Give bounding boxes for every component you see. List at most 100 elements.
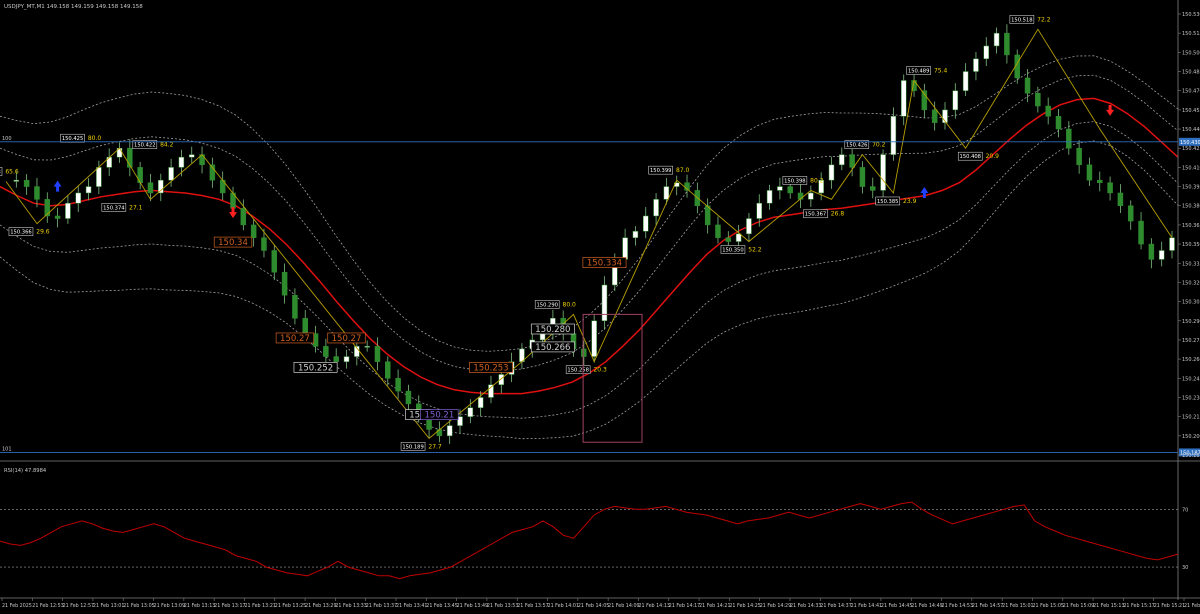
candle-body xyxy=(900,80,907,117)
price-tick-label: 150.335 xyxy=(1182,261,1200,267)
swing-price-text: 150.350 xyxy=(722,248,743,254)
candle-body xyxy=(653,199,659,217)
time-tick-label: 21 Feb 14:53 xyxy=(942,603,973,609)
candle-body xyxy=(756,202,763,219)
candle-body xyxy=(849,154,855,168)
rsi-label: RSI(14) 47.8984 xyxy=(4,468,47,474)
time-tick-label: 21 Feb 15:05 xyxy=(1032,603,1063,609)
swing-value-text: 87.0 xyxy=(676,167,690,174)
level-label: 150.21 xyxy=(420,409,459,421)
candle-body xyxy=(292,294,298,319)
time-tick-label: 21 Feb 15:21 xyxy=(1154,603,1185,609)
time-tick-label: 21 Feb 14:17 xyxy=(669,603,700,609)
candle-body xyxy=(137,167,143,183)
level-label-text: 150.27 xyxy=(332,334,362,344)
price-tick-label: 150.380 xyxy=(1182,204,1200,210)
candle-body xyxy=(643,215,649,232)
candle-body xyxy=(240,208,247,226)
candle-body xyxy=(343,356,350,362)
candle-body xyxy=(931,109,938,123)
time-tick-label: 21 Feb 13:41 xyxy=(396,603,427,609)
price-tick-label: 150.350 xyxy=(1182,242,1200,248)
swing-label: 150.385 23.9 xyxy=(875,196,917,206)
level-label: 150.334 xyxy=(582,257,627,269)
swing-label: 150.367 26.8 xyxy=(803,209,844,219)
price-tick-label: 150.530 xyxy=(1182,12,1200,18)
swing-label: 150.518 72.2 xyxy=(1009,15,1051,24)
price-tick-label: 150.290 xyxy=(1182,319,1200,325)
candle-body xyxy=(725,237,732,242)
candle-body xyxy=(787,186,793,194)
candle-body xyxy=(178,156,185,168)
level-label: 150.252 xyxy=(293,362,338,373)
candle-body xyxy=(1086,164,1093,181)
candle-body xyxy=(168,167,174,181)
time-tick-label: 21 Feb 13:09 xyxy=(154,603,185,609)
level-label-text: 150.280 xyxy=(535,325,570,335)
price-tick-label: 150.425 xyxy=(1182,146,1200,152)
candle-body xyxy=(250,224,257,238)
candle-body xyxy=(1148,243,1155,260)
candle-body xyxy=(952,90,959,111)
candle-body xyxy=(1158,250,1165,260)
time-tick-label: 21 Feb 13:57 xyxy=(517,603,548,609)
candle-body xyxy=(34,186,40,200)
candle-body xyxy=(65,202,71,219)
candle-body xyxy=(75,192,81,204)
price-tick-label: 150.515 xyxy=(1182,31,1200,37)
swing-price-text: 150.518 xyxy=(1011,17,1032,23)
swing-value-text: 72.2 xyxy=(1037,16,1051,23)
swing-value-text: 27.7 xyxy=(428,443,442,450)
candle-body xyxy=(1004,32,1010,56)
candle-body xyxy=(1097,179,1103,183)
swing-value-text: 65.6 xyxy=(5,168,19,175)
level-label-text: 150.27 xyxy=(280,334,310,344)
level-label-text: 150.21 xyxy=(425,411,455,421)
candle-body xyxy=(54,215,61,219)
level-label: 150.34 xyxy=(213,236,253,248)
swing-label: 150.258 20.3 xyxy=(565,365,607,374)
price-tick-label: 150.215 xyxy=(1182,415,1200,421)
time-tick-label: 21 Feb 14:05 xyxy=(578,603,609,609)
swing-price-text: 150.489 xyxy=(908,68,929,74)
swing-value-text: 20.3 xyxy=(593,367,607,374)
candle-body xyxy=(973,58,979,72)
level-label-text: 150.252 xyxy=(298,363,333,373)
level-label: 150.27 xyxy=(275,332,315,344)
time-tick-label: 21 Feb 12:57 xyxy=(63,603,94,609)
swing-value-text: 80.2 xyxy=(810,177,824,184)
price-tick-label: 150.470 xyxy=(1182,89,1200,95)
candle-body xyxy=(96,167,102,187)
level-label: 150.27 xyxy=(327,332,366,344)
swing-price-text: 150.408 xyxy=(960,154,981,160)
candle-body xyxy=(880,154,886,191)
swing-label: 150.399 87.0 xyxy=(648,165,690,175)
candle-body xyxy=(746,218,752,235)
candle-body xyxy=(13,179,20,182)
swing-price-text: 150.425 xyxy=(62,136,83,142)
candle-body xyxy=(859,167,866,187)
level-label-text: 150.334 xyxy=(587,259,622,269)
candle-body xyxy=(385,361,391,379)
time-tick-label: 21 Feb 12:53 xyxy=(32,603,63,609)
candle-body xyxy=(158,179,164,194)
time-tick-label: 21 Feb 14:13 xyxy=(638,603,669,609)
time-tick-label: 21 Feb 13:53 xyxy=(487,603,518,609)
swing-label: 150.398 80.2 xyxy=(782,176,824,185)
candle-body xyxy=(188,154,195,158)
swing-value-text: 29.6 xyxy=(36,229,50,236)
time-tick-label: 21 Feb 14:25 xyxy=(729,603,760,609)
chart-root: 150.418 65.6 150.366 29.6 150.425 80.0 150.374… xyxy=(0,0,1200,610)
time-tick-label: 21 Feb 14:41 xyxy=(851,603,882,609)
candle-body xyxy=(23,179,30,187)
candle-body xyxy=(323,346,329,357)
level-label: 150.253 xyxy=(469,362,513,373)
swing-value-text: 27.1 xyxy=(129,204,143,211)
swing-value-text: 70.2 xyxy=(872,142,886,149)
swing-value-text: 23.9 xyxy=(903,198,917,205)
candle-body xyxy=(735,233,742,242)
swing-value-text: 52.2 xyxy=(748,247,762,254)
price-chart[interactable]: 150.418 65.6 150.366 29.6 150.425 80.0 150.374… xyxy=(0,0,1200,610)
time-tick-label: 21 Feb 13:25 xyxy=(275,603,306,609)
time-tick-label: 21 Feb 15:25 xyxy=(1184,603,1200,609)
